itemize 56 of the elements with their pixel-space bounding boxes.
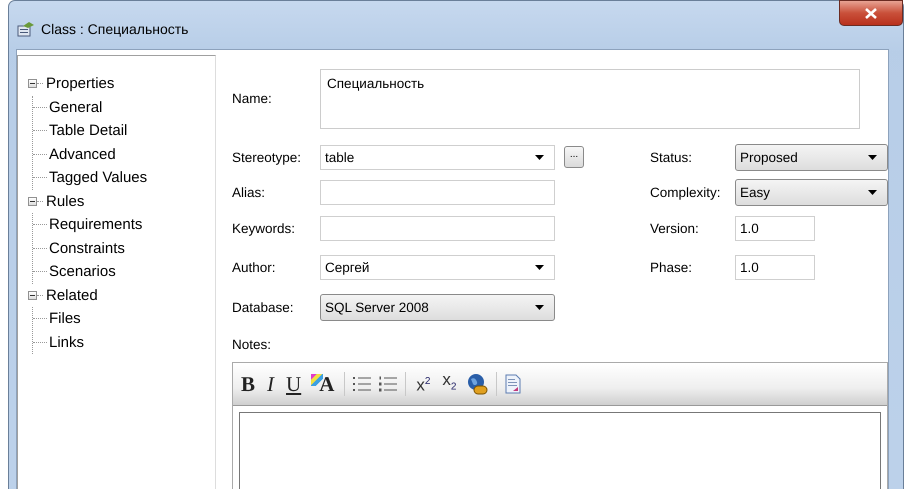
field-label: Database:: [232, 300, 295, 314]
close-icon: [865, 8, 877, 18]
tree-item[interactable]: General: [49, 98, 102, 116]
input-field[interactable]: [320, 180, 555, 204]
bold-button[interactable]: B: [239, 374, 258, 394]
tree-item[interactable]: Scenarios: [49, 263, 116, 280]
field-label: Status:: [650, 150, 694, 164]
combo-box[interactable]: table: [320, 144, 555, 170]
collapse-icon[interactable]: [28, 290, 37, 300]
class-icon: [17, 21, 35, 37]
name-field[interactable]: Специальность: [320, 69, 860, 129]
dropdown[interactable]: SQL Server 2008: [320, 294, 555, 320]
tree-item[interactable]: Tagged Values: [49, 169, 148, 186]
dropdown[interactable]: Proposed: [735, 144, 888, 170]
numbered-list-icon[interactable]: [379, 376, 398, 392]
tree-item[interactable]: Table Detail: [49, 122, 128, 140]
tree-item[interactable]: Constraints: [49, 240, 125, 257]
close-button[interactable]: [839, 0, 903, 26]
globe-link-icon[interactable]: [466, 373, 488, 395]
caret-icon: [535, 264, 544, 270]
field-label: Version:: [650, 220, 700, 236]
caret-icon: [535, 304, 544, 310]
dropdown[interactable]: Easy: [735, 178, 888, 206]
field-label: Alias:: [232, 184, 266, 200]
caret-icon: [868, 190, 877, 194]
tree-item[interactable]: Links: [49, 334, 84, 351]
tree-item[interactable]: Related: [46, 286, 98, 304]
field-label: Keywords:: [232, 220, 296, 236]
combo-box[interactable]: Сергей: [320, 254, 555, 280]
field-label: Name:: [232, 91, 273, 108]
notes-field[interactable]: [239, 412, 881, 489]
underline-button[interactable]: U: [284, 374, 304, 394]
collapse-icon[interactable]: [28, 196, 37, 206]
tree-item[interactable]: Requirements: [49, 216, 142, 234]
tree-item[interactable]: Properties: [46, 75, 114, 92]
field-label: Stereotype:: [232, 150, 302, 164]
input-field[interactable]: 1.0: [735, 254, 815, 280]
caret-icon: [868, 154, 877, 160]
field-label: Complexity:: [650, 184, 722, 200]
collapse-icon[interactable]: [28, 79, 37, 88]
bullet-list-icon[interactable]: [353, 376, 372, 392]
input-field[interactable]: 1.0: [735, 216, 815, 240]
window-title: Class : Специальность: [41, 21, 188, 37]
tree-item[interactable]: Files: [49, 310, 81, 328]
field-label: Phase:: [650, 260, 694, 274]
superscript-button[interactable]: x$^{2}$: [414, 371, 432, 397]
tree-item[interactable]: Rules: [46, 192, 84, 210]
field-label: Notes:: [232, 337, 272, 352]
subscript-button[interactable]: x$_{2}$: [440, 369, 458, 399]
document-icon[interactable]: [505, 374, 522, 394]
italic-button[interactable]: I: [265, 374, 276, 394]
input-field[interactable]: [320, 216, 555, 240]
field-label: Author:: [232, 260, 277, 274]
tree-item[interactable]: Advanced: [49, 146, 116, 163]
caret-icon: [535, 154, 544, 160]
browse-button[interactable]: ...: [564, 146, 584, 168]
